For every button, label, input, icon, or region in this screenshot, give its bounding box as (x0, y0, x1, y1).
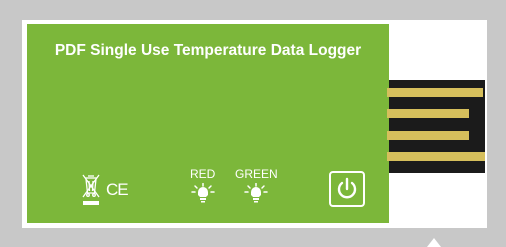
usb-pin (387, 131, 469, 140)
led-red-label: RED (190, 167, 216, 181)
led-green: GREEN (235, 168, 278, 203)
device-title: PDF Single Use Temperature Data Logger (54, 42, 362, 59)
led-green-label: GREEN (235, 167, 278, 181)
cursor-arrow-icon (427, 238, 441, 247)
led-bulb-icon (190, 183, 215, 203)
device-label-panel: PDF Single Use Temperature Data Logger C… (27, 24, 389, 223)
usb-pin (387, 88, 483, 97)
led-red: RED (190, 168, 215, 203)
usb-connector (387, 80, 485, 173)
led-bulb-icon (244, 183, 269, 203)
usb-pin (387, 152, 485, 161)
power-button[interactable] (329, 171, 365, 207)
power-icon (337, 177, 357, 199)
usb-pin (387, 109, 469, 118)
weee-crossed-bin-icon (82, 174, 100, 205)
ce-mark: CE (106, 180, 129, 199)
